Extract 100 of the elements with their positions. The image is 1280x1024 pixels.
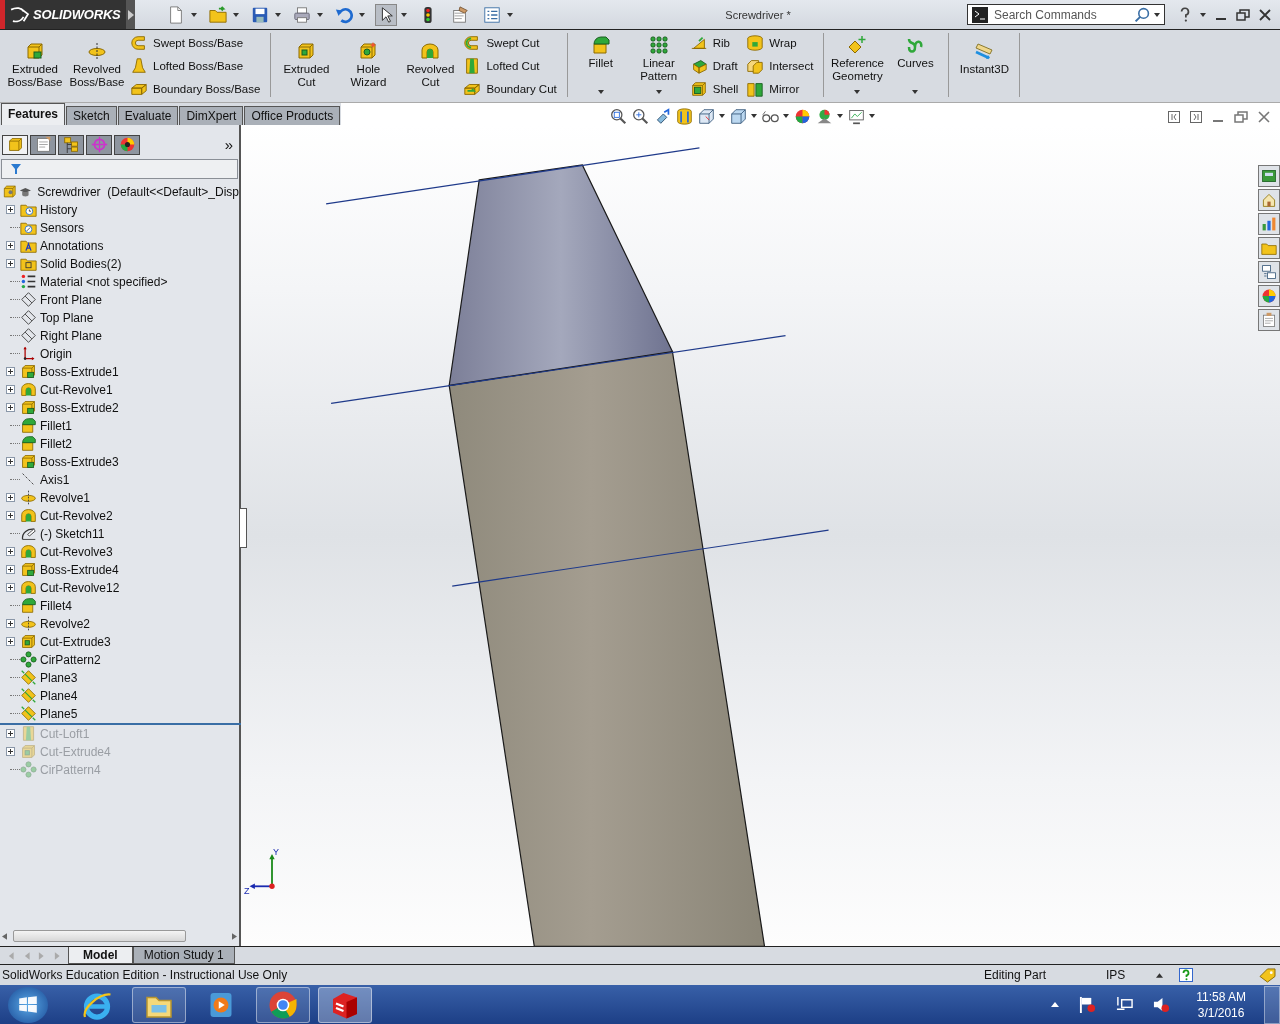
view-cube-button[interactable] [698, 107, 725, 125]
expand-toggle[interactable] [6, 729, 15, 739]
expand-toggle[interactable] [6, 637, 15, 647]
tree-item[interactable]: Cut-Revolve3 [40, 544, 113, 559]
units-label[interactable]: IPS [1106, 968, 1136, 983]
split-view-icon[interactable] [1190, 110, 1202, 123]
ribbon-tab[interactable]: Evaluate [117, 105, 179, 125]
speaker-icon[interactable] [1153, 996, 1171, 1014]
ribbon-button[interactable]: Linear Pattern [631, 33, 686, 97]
ribbon-tab[interactable]: Office Products [244, 105, 341, 125]
expand-toggle[interactable] [6, 565, 15, 575]
cube-app-taskbar-button[interactable] [318, 986, 372, 1023]
close-icon[interactable] [1259, 8, 1271, 21]
ribbon-button[interactable]: Mirror [746, 79, 814, 98]
ribbon-button[interactable]: Instant3D [955, 33, 1014, 97]
caret-icon[interactable] [1156, 972, 1163, 978]
plane-edge-line[interactable] [451, 529, 830, 587]
tree-item[interactable]: Cut-Revolve12 [40, 580, 120, 595]
tree-item[interactable]: Fillet2 [40, 436, 72, 451]
monitor-button[interactable] [848, 107, 875, 125]
tree-item[interactable]: Plane4 [40, 688, 78, 703]
tree-item[interactable]: Sensors [40, 220, 85, 235]
tray-caret-icon[interactable] [1051, 1002, 1060, 1008]
search-field[interactable]: Search Commands [992, 6, 1130, 23]
expand-toggle[interactable] [6, 367, 15, 377]
feature-tree-tab[interactable] [2, 134, 28, 155]
tree-item[interactable]: Boss-Extrude3 [40, 454, 119, 469]
ribbon-button[interactable]: Lofted Cut [463, 56, 557, 75]
search-icon[interactable] [1134, 6, 1150, 23]
expand-toggle[interactable] [6, 619, 15, 629]
browser-taskbar-button[interactable] [256, 986, 310, 1023]
tree-item[interactable]: History [40, 202, 78, 217]
split-view-icon[interactable] [1168, 110, 1180, 123]
scroll-right-icon[interactable] [232, 932, 237, 940]
expand-toggle[interactable] [6, 583, 15, 593]
ribbon-button[interactable]: Boundary Cut [463, 79, 557, 98]
restore-icon[interactable] [1236, 8, 1250, 21]
scroll-left-icon[interactable] [2, 932, 7, 940]
tree-item[interactable]: Fillet1 [40, 418, 72, 433]
ribbon-tab[interactable]: Sketch [66, 105, 117, 125]
tree-item[interactable]: Plane3 [40, 670, 78, 685]
tree-item[interactable]: Front Plane [40, 292, 103, 307]
section-view-button[interactable] [676, 107, 693, 125]
filter-icon[interactable] [10, 162, 22, 175]
view-palette-tab[interactable] [1258, 260, 1280, 283]
tree-item[interactable]: (-) Sketch11 [40, 526, 105, 541]
scrollbar-thumb[interactable] [13, 930, 186, 943]
ribbon-button[interactable]: Extruded Cut [277, 33, 336, 97]
ribbon-tab[interactable]: DimXpert [179, 105, 244, 125]
clock-time[interactable]: 11:58 AM [1196, 988, 1246, 1005]
tree-item[interactable]: Boss-Extrude2 [40, 400, 119, 415]
show-desktop-button[interactable] [1264, 985, 1280, 1024]
ribbon-button[interactable]: Fillet [573, 33, 628, 97]
ribbon-button[interactable]: Lofted Boss/Base [130, 56, 261, 75]
expand-toggle[interactable] [6, 547, 15, 557]
restore-icon[interactable] [1234, 110, 1248, 123]
ribbon-button[interactable]: Wrap [746, 33, 814, 52]
tree-item[interactable]: Screwdriver (Default<<Default>_Disp [37, 184, 239, 199]
tree-item[interactable]: Revolve1 [40, 490, 91, 505]
close-icon[interactable] [1258, 110, 1270, 123]
expand-toggle[interactable] [6, 259, 15, 269]
expand-toggle[interactable] [6, 511, 15, 521]
tree-item[interactable]: Solid Bodies(2) [40, 256, 122, 271]
folder-taskbar-button[interactable] [132, 986, 186, 1023]
plane-edge-line[interactable] [325, 147, 701, 205]
plane-edge-line[interactable] [330, 334, 787, 404]
crosshair-tab[interactable] [86, 134, 112, 155]
tree-item[interactable]: Cut-Revolve1 [40, 382, 113, 397]
color-ball-button[interactable] [794, 107, 811, 125]
color-wheel-tab[interactable] [114, 134, 140, 155]
ribbon-button[interactable]: Intersect [746, 56, 814, 75]
tree-item[interactable]: Cut-Extrude3 [40, 634, 111, 649]
scene-button[interactable] [816, 107, 843, 125]
ribbon-button[interactable]: Swept Cut [463, 33, 557, 52]
configuration-tab[interactable] [58, 134, 84, 155]
folder-tab[interactable] [1258, 236, 1280, 259]
expand-toggle[interactable] [6, 205, 15, 215]
resources-tab[interactable] [1258, 164, 1280, 187]
expand-toggle[interactable] [6, 241, 15, 251]
tree-item[interactable]: CirPattern2 [40, 652, 101, 667]
tree-item[interactable]: Cut-Revolve2 [40, 508, 113, 523]
ribbon-button[interactable]: Swept Boss/Base [130, 33, 261, 52]
ribbon-button[interactable]: Reference Geometry [830, 33, 885, 97]
display-style-button[interactable] [730, 107, 757, 125]
tree-item[interactable]: Annotations [40, 238, 104, 253]
caret-icon[interactable] [1200, 12, 1206, 17]
ribbon-button[interactable]: Extruded Boss/Base [6, 33, 64, 97]
tree-item[interactable]: Top Plane [40, 310, 94, 325]
tree-item[interactable]: Material <not specified> [40, 274, 168, 289]
model-tab[interactable]: Model [68, 947, 133, 965]
house-tab[interactable] [1258, 188, 1280, 211]
ribbon-button[interactable]: Shell [689, 79, 739, 98]
tree-item[interactable]: Axis1 [40, 472, 70, 487]
ribbon-button[interactable]: Boundary Boss/Base [130, 79, 261, 98]
tag-icon[interactable] [1259, 967, 1276, 983]
ribbon-button[interactable]: Rib [689, 33, 739, 52]
zoom-fit-button[interactable] [610, 107, 627, 125]
cursor-button[interactable] [375, 3, 407, 26]
ribbon-button[interactable]: Draft [689, 56, 739, 75]
help-icon[interactable] [1179, 968, 1193, 983]
